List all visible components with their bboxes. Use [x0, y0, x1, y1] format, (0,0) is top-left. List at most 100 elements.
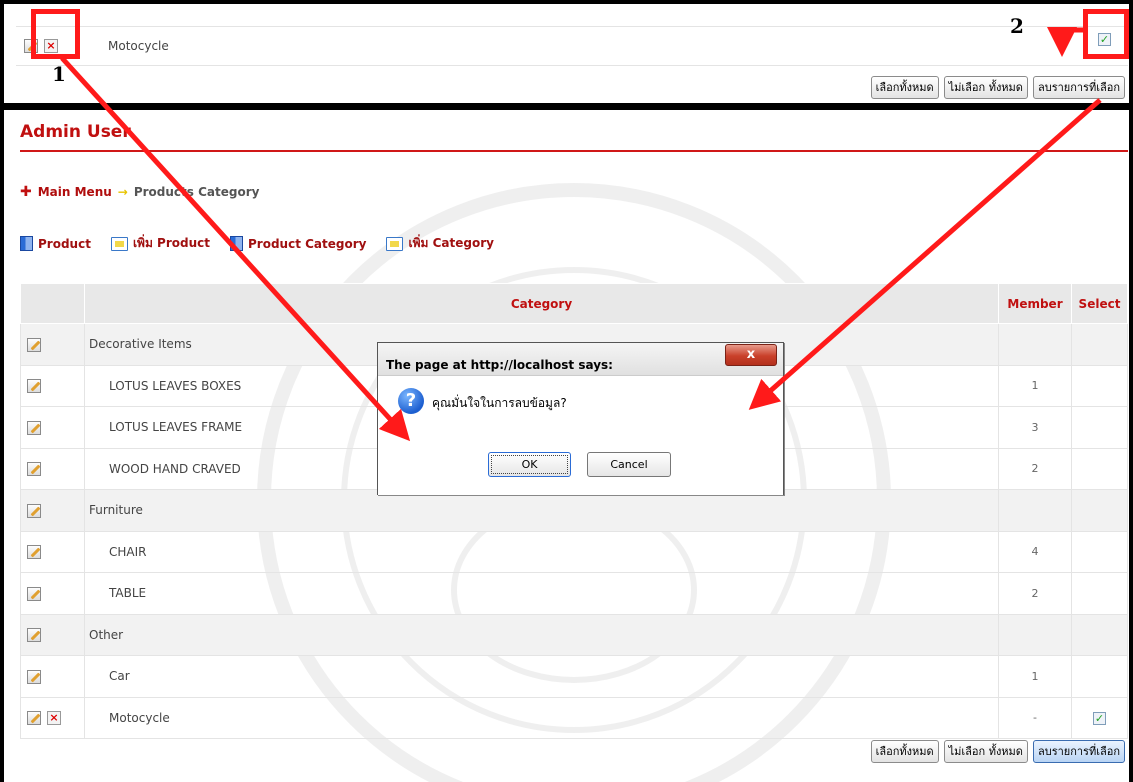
row-actions	[20, 613, 85, 656]
highlight-delete-icon	[31, 9, 80, 59]
row-label: Motocycle	[108, 39, 169, 53]
dialog-title: The page at http://localhost says:	[386, 358, 613, 372]
top-excerpt-row: × Motocycle - ✓	[16, 26, 1128, 66]
breadcrumb-current: Products Category	[133, 185, 260, 199]
select-cell: ✓	[1071, 696, 1128, 739]
add-category-link[interactable]: เพิ่ม Category	[386, 234, 494, 253]
product-link[interactable]: Product	[20, 236, 91, 251]
add-product-label: เพิ่ม Product	[132, 236, 210, 250]
member-count: 2	[998, 447, 1072, 490]
title-divider	[20, 150, 1128, 152]
step-number-1: 1	[52, 62, 66, 86]
row-actions	[20, 323, 85, 366]
edit-icon[interactable]	[27, 462, 41, 476]
arrow-right-icon: →	[117, 185, 128, 199]
table-row: Car 1	[20, 655, 1128, 698]
dialog-body: ? คุณมั่นใจในการลบข้อมูล? OK Cancel	[378, 376, 783, 495]
member-count: 4	[998, 530, 1072, 573]
edit-icon[interactable]	[27, 379, 41, 393]
member-count: 2	[998, 572, 1072, 615]
plus-icon: ✚	[20, 184, 32, 200]
row-actions	[20, 655, 85, 698]
select-cell	[1071, 323, 1128, 366]
top-action-buttons: เลือกทั้งหมด ไม่เลือก ทั้งหมด ลบรายการที…	[870, 76, 1125, 99]
folder-add-icon	[110, 236, 128, 251]
member-count: 3	[998, 406, 1072, 449]
row-actions	[20, 447, 85, 490]
product-category-link[interactable]: Product Category	[230, 236, 366, 251]
top-excerpt-panel: × Motocycle - ✓ เลือกทั้งหมด ไม่เลือก ทั…	[0, 0, 1133, 110]
select-checkbox[interactable]: ✓	[1093, 711, 1106, 725]
delete-icon[interactable]: ×	[47, 711, 61, 725]
table-row: × Motocycle - ✓	[20, 696, 1128, 739]
row-actions	[20, 530, 85, 573]
folder-add-icon	[386, 236, 404, 251]
book-icon	[230, 236, 243, 251]
select-cell	[1071, 364, 1128, 407]
header-member: Member	[998, 283, 1072, 324]
row-actions	[20, 406, 85, 449]
edit-icon[interactable]	[27, 628, 41, 642]
breadcrumb-main-menu[interactable]: Main Menu	[38, 185, 112, 199]
member-count: -	[998, 696, 1072, 739]
select-cell	[1071, 447, 1128, 490]
select-cell	[1071, 406, 1128, 449]
delete-selected-button[interactable]: ลบรายการที่เลือก	[1032, 76, 1125, 99]
table-row: CHAIR 4	[20, 530, 1128, 573]
member-count	[998, 489, 1072, 532]
member-count: -	[1060, 39, 1065, 53]
member-count: 1	[998, 364, 1072, 407]
toolbar: Product เพิ่ม Product Product Category เ…	[20, 234, 506, 253]
row-actions	[20, 572, 85, 615]
category-name: Other	[84, 613, 999, 656]
table-row: TABLE 2	[20, 572, 1128, 615]
deselect-all-button[interactable]: ไม่เลือก ทั้งหมด	[943, 740, 1028, 763]
select-cell	[1071, 613, 1128, 656]
member-count: 1	[998, 655, 1072, 698]
select-cell	[1071, 530, 1128, 573]
edit-icon[interactable]	[27, 503, 41, 518]
edit-icon[interactable]	[27, 337, 41, 352]
add-product-link[interactable]: เพิ่ม Product	[110, 234, 210, 253]
select-cell	[1071, 572, 1128, 615]
row-actions	[20, 364, 85, 407]
ok-button[interactable]: OK	[488, 452, 571, 477]
category-name: Motocycle	[84, 696, 999, 739]
delete-selected-button[interactable]: ลบรายการที่เลือก	[1032, 740, 1125, 763]
category-name: CHAIR	[84, 530, 999, 573]
select-cell	[1071, 655, 1128, 698]
product-link-label: Product	[38, 236, 91, 251]
header-select: Select	[1071, 283, 1128, 324]
deselect-all-button[interactable]: ไม่เลือก ทั้งหมด	[943, 76, 1028, 99]
edit-icon[interactable]	[27, 711, 41, 725]
product-category-label: Product Category	[248, 236, 367, 251]
select-cell	[1071, 489, 1128, 532]
category-name: TABLE	[84, 572, 999, 615]
select-all-button[interactable]: เลือกทั้งหมด	[870, 740, 939, 763]
confirm-dialog: The page at http://localhost says: x ? ค…	[377, 342, 784, 495]
bottom-action-buttons: เลือกทั้งหมด ไม่เลือก ทั้งหมด ลบรายการที…	[870, 740, 1125, 763]
step-number-2: 2	[1010, 14, 1024, 38]
category-name: Furniture	[84, 489, 999, 532]
dialog-message: คุณมั่นใจในการลบข้อมูล?	[432, 396, 567, 410]
member-count	[998, 613, 1072, 656]
close-button[interactable]: x	[725, 344, 777, 366]
question-icon: ?	[398, 388, 424, 414]
header-category: Category	[84, 283, 999, 324]
highlight-select-checkbox	[1083, 9, 1129, 59]
edit-icon[interactable]	[27, 586, 41, 601]
edit-icon[interactable]	[27, 545, 41, 559]
cancel-button[interactable]: Cancel	[587, 452, 671, 477]
dialog-titlebar[interactable]: The page at http://localhost says: x	[378, 343, 783, 376]
edit-icon[interactable]	[27, 669, 41, 684]
member-count	[998, 323, 1072, 366]
page-title: Admin User	[20, 122, 131, 142]
table-row: Other	[20, 613, 1128, 656]
header-actions	[20, 283, 85, 324]
row-actions	[20, 489, 85, 532]
edit-icon[interactable]	[27, 420, 41, 435]
select-all-button[interactable]: เลือกทั้งหมด	[870, 76, 939, 99]
table-row: Furniture	[20, 489, 1128, 532]
row-actions: ×	[20, 696, 85, 739]
breadcrumb: ✚ Main Menu → Products Category	[20, 184, 259, 200]
